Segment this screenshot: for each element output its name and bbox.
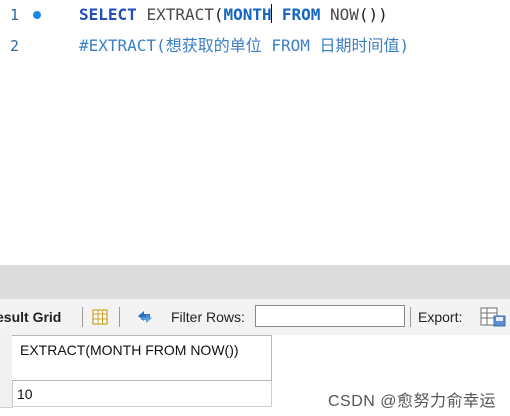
- export-label: Export:: [418, 309, 463, 325]
- line-number: 1: [10, 6, 20, 24]
- function-now: NOW: [330, 5, 359, 24]
- filter-rows-input[interactable]: [255, 305, 405, 327]
- toolbar-divider: [119, 307, 120, 327]
- editor-line-1[interactable]: 1 SELECT EXTRACT(MONTH FROM NOW()): [0, 2, 510, 28]
- column-header[interactable]: EXTRACT(MONTH FROM NOW()): [12, 335, 272, 381]
- grid-layout-icon[interactable]: [92, 309, 108, 325]
- paren-open: (: [213, 5, 224, 24]
- keyword-from: FROM: [281, 5, 321, 24]
- comment-text[interactable]: #EXTRACT(想获取的单位 FROM 日期时间值): [79, 33, 409, 59]
- text-caret: [270, 4, 273, 23]
- filter-rows-label: Filter Rows:: [171, 309, 245, 325]
- sql-editor[interactable]: 1 SELECT EXTRACT(MONTH FROM NOW()) 2 #EX…: [0, 0, 510, 265]
- editor-line-2[interactable]: 2 #EXTRACT(想获取的单位 FROM 日期时间值): [0, 33, 510, 59]
- statement-marker-icon: [33, 11, 41, 19]
- toolbar-divider: [410, 307, 411, 327]
- panel-splitter[interactable]: [0, 265, 510, 299]
- watermark: CSDN @愈努力俞幸运: [327, 393, 496, 410]
- result-grid-tab[interactable]: esult Grid: [0, 299, 61, 335]
- code-text[interactable]: SELECT EXTRACT(MONTH FROM NOW()): [79, 2, 388, 28]
- keyword-month: MONTH: [223, 5, 272, 24]
- toolbar-divider: [82, 307, 83, 327]
- function-extract: EXTRACT: [146, 5, 214, 24]
- line-number: 2: [10, 37, 20, 55]
- keyword-select: SELECT: [79, 5, 137, 24]
- paren-close: ()): [358, 5, 388, 24]
- refresh-icon[interactable]: [135, 308, 155, 326]
- table-cell[interactable]: 10: [12, 381, 272, 407]
- result-toolbar: esult Grid Filter Rows: Export:: [0, 299, 510, 336]
- export-file-icon[interactable]: [480, 307, 506, 327]
